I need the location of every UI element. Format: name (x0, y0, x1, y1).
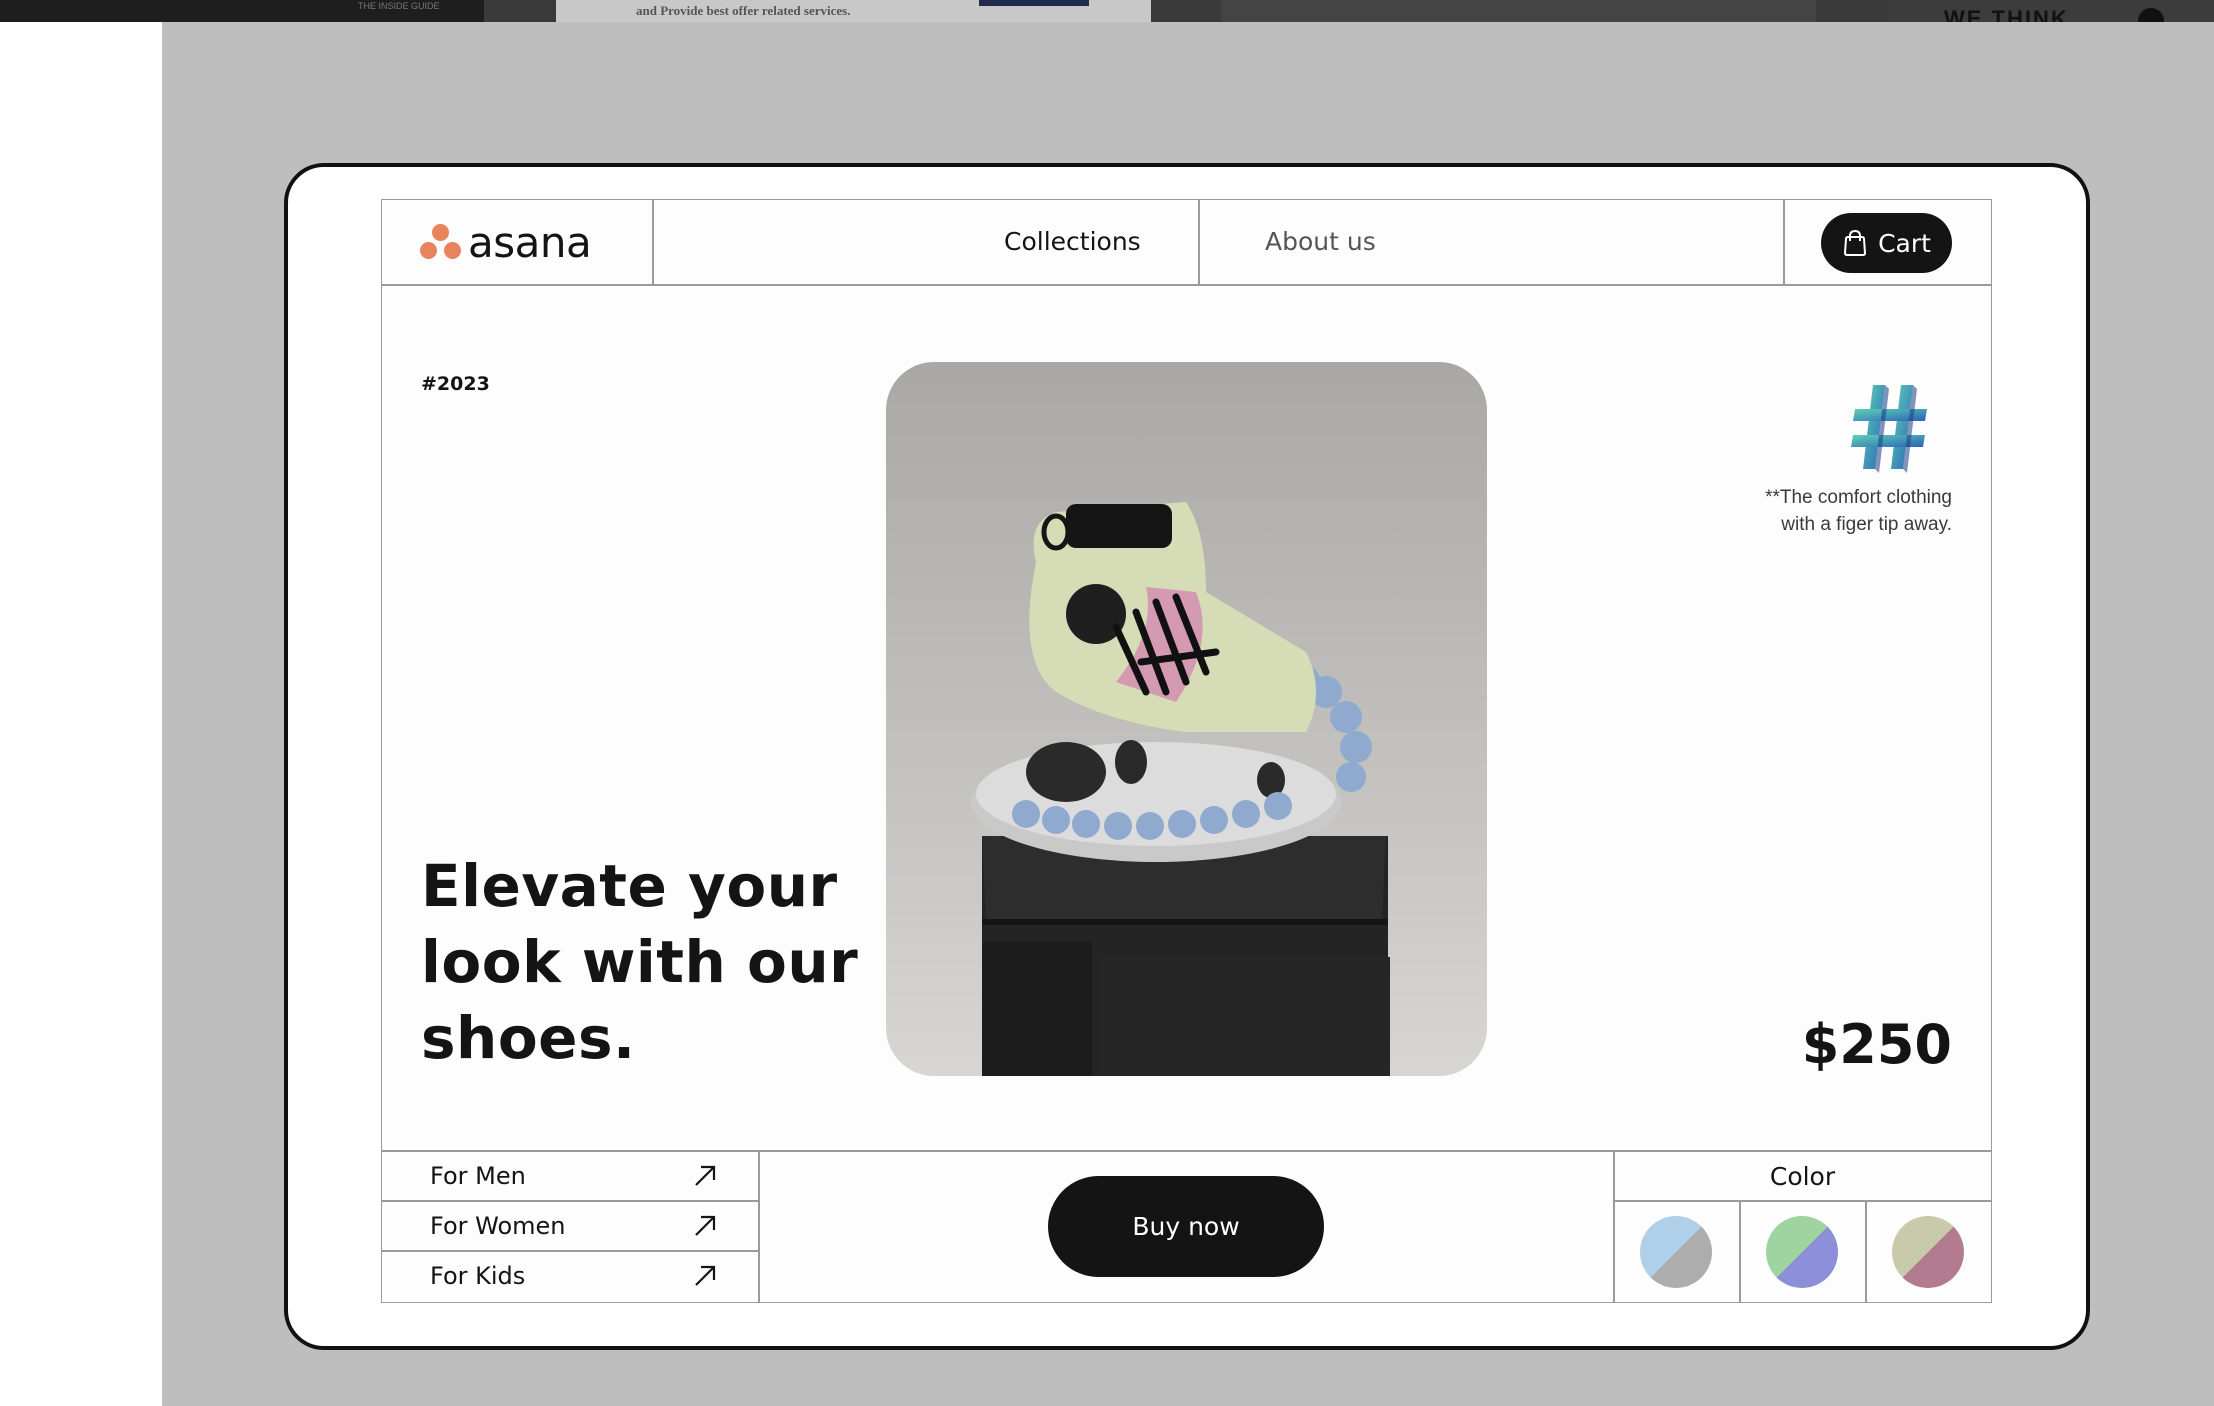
cart-button[interactable]: Cart (1821, 213, 1952, 273)
category-label: For Women (430, 1212, 566, 1240)
background-thumbnail: WE THINK (1888, 0, 2214, 22)
category-label: For Kids (430, 1262, 526, 1290)
arrow-up-right-icon (695, 1265, 716, 1286)
divider (1198, 199, 1200, 285)
arrow-up-right-icon (695, 1165, 716, 1186)
nav-collections[interactable]: Collections (1004, 227, 1141, 256)
background-thumbnail: THE INSIDE GUIDE (0, 0, 484, 22)
category-for-kids[interactable]: For Kids (383, 1251, 759, 1301)
3d-hash-symbol-icon (1851, 385, 1927, 473)
divider (1739, 1200, 1741, 1303)
tagline-note: **The comfort clothing with a figer tip … (1765, 487, 1952, 535)
cart-label: Cart (1878, 228, 1931, 258)
hero-headline: Elevate your look with our shoes. (421, 852, 859, 1072)
header-divider (381, 284, 1992, 286)
logo-text: asana (468, 217, 592, 267)
background-page-strip: THE INSIDE GUIDE and Provide best offer … (0, 0, 2214, 22)
background-thumbnail (1221, 0, 1816, 22)
logo-dots-icon (420, 222, 462, 262)
year-tag: #2023 (421, 373, 490, 395)
color-swatch-khaki-mauve[interactable] (1892, 1216, 1964, 1288)
shopping-bag-icon (1844, 229, 1867, 256)
category-for-men[interactable]: For Men (383, 1151, 759, 1201)
divider (652, 199, 654, 285)
product-price: $250 (1801, 1013, 1952, 1076)
nav-about-us[interactable]: About us (1265, 227, 1376, 256)
category-label: For Men (430, 1162, 526, 1190)
background-snippet: WE THINK (1944, 6, 2069, 22)
product-image (886, 362, 1487, 1076)
brand-logo[interactable]: asana (420, 218, 592, 267)
divider (1783, 199, 1785, 285)
color-swatch-blue-grey[interactable] (1640, 1216, 1712, 1288)
background-thumbnail: and Provide best offer related services. (556, 0, 1151, 22)
divider (1865, 1200, 1867, 1303)
buy-now-button[interactable]: Buy now (1048, 1176, 1324, 1277)
color-swatch-green-purple[interactable] (1766, 1216, 1838, 1288)
arrow-up-right-icon (695, 1215, 716, 1236)
background-snippet: and Provide best offer related services. (636, 3, 851, 18)
background-snippet: THE INSIDE GUIDE (358, 1, 440, 11)
category-for-women[interactable]: For Women (383, 1201, 759, 1251)
color-label: Color (1769, 1161, 1836, 1191)
